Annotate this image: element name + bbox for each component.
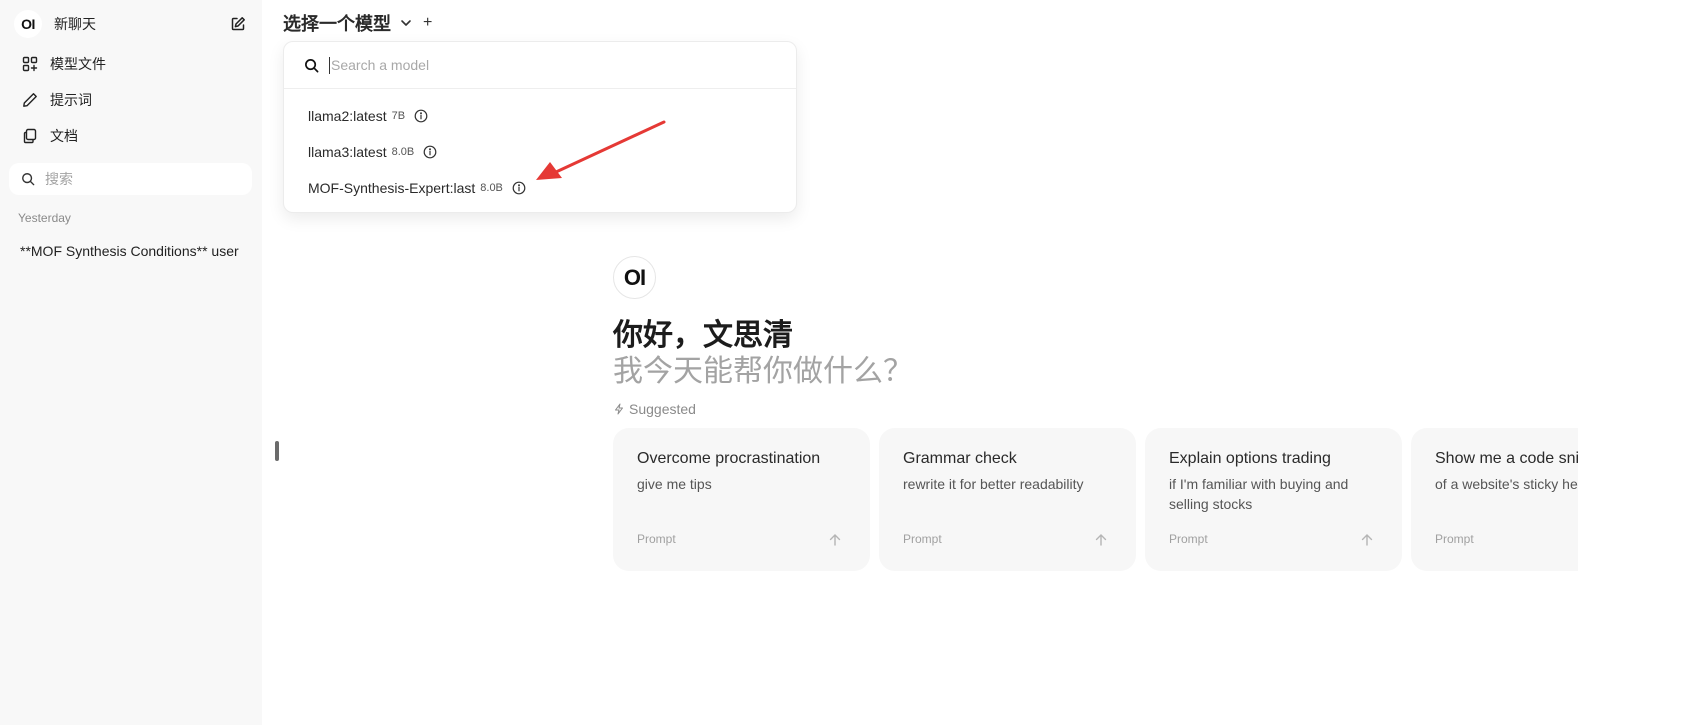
model-size: 7B: [391, 110, 406, 122]
suggestion-card[interactable]: Overcome procrastination give me tips Pr…: [613, 428, 870, 571]
model-search-bar: [284, 42, 796, 89]
pencil-icon: [23, 93, 37, 107]
suggestion-tag: Prompt: [1435, 532, 1474, 546]
suggestion-subtitle: of a website's sticky header: [1435, 476, 1578, 492]
sidebar-item-documents[interactable]: 文档: [22, 125, 78, 147]
info-icon[interactable]: [414, 109, 428, 123]
suggestion-subtitle: give me tips: [637, 476, 712, 492]
suggestion-card[interactable]: Grammar check rewrite it for better read…: [879, 428, 1136, 571]
app-logo[interactable]: OI: [14, 10, 42, 38]
model-name: llama3:latest: [308, 144, 387, 160]
search-icon: [305, 58, 319, 72]
model-name: MOF-Synthesis-Expert:last: [308, 180, 476, 196]
model-selector[interactable]: 选择一个模型 +: [283, 10, 432, 36]
model-option-llama3[interactable]: llama3:latest 8.0B: [308, 142, 437, 162]
suggestion-card[interactable]: Show me a code snippet of a website's st…: [1411, 428, 1578, 571]
info-icon[interactable]: [423, 145, 437, 159]
documents-icon: [23, 128, 37, 144]
grid-plus-icon: [22, 56, 38, 72]
suggestion-card[interactable]: Explain options trading if I'm familiar …: [1145, 428, 1402, 571]
sidebar-item-prompts[interactable]: 提示词: [22, 89, 92, 111]
suggestion-subtitle: if I'm familiar with buying and selling …: [1169, 476, 1349, 512]
new-chat-edit-icon[interactable]: [230, 16, 246, 32]
sidebar-collapse-handle[interactable]: [275, 441, 279, 461]
model-size: 8.0B: [480, 182, 503, 194]
suggested-text: Suggested: [629, 401, 696, 417]
greeting-subtitle: 我今天能帮你做什么？: [613, 355, 913, 388]
sidebar-item-modelfiles[interactable]: 模型文件: [22, 53, 106, 75]
suggestions-row: Overcome procrastination give me tips Pr…: [613, 428, 1578, 573]
suggestion-tag: Prompt: [1169, 532, 1208, 546]
suggestion-tag: Prompt: [903, 532, 942, 546]
model-option-mof-synthesis-expert[interactable]: MOF-Synthesis-Expert:last 8.0B: [308, 178, 526, 198]
sidebar-item-label: 提示词: [50, 92, 92, 108]
arrow-up-icon[interactable]: [1360, 533, 1374, 547]
suggestion-title: Explain options trading: [1169, 450, 1331, 467]
suggestion-tag: Prompt: [637, 532, 676, 546]
arrow-up-icon[interactable]: [1094, 533, 1108, 547]
suggestion-subtitle: rewrite it for better readability: [903, 476, 1084, 492]
search-placeholder: 搜索: [45, 171, 73, 187]
chevron-down-icon: [401, 20, 411, 26]
bolt-icon: [615, 403, 623, 415]
model-size: 8.0B: [391, 146, 415, 158]
search-icon: [22, 173, 35, 186]
suggested-label: Suggested: [613, 401, 696, 417]
sidebar-search-input[interactable]: 搜索: [9, 163, 252, 195]
suggestion-title: Grammar check: [903, 450, 1017, 467]
suggestion-title: Show me a code snippet: [1435, 450, 1578, 467]
sidebar-item-label: 模型文件: [50, 56, 106, 72]
assistant-logo: OI: [613, 256, 656, 299]
arrow-up-icon[interactable]: [828, 533, 842, 547]
chat-history-item[interactable]: **MOF Synthesis Conditions** user: [20, 243, 239, 259]
section-label-yesterday: Yesterday: [18, 211, 71, 225]
info-icon[interactable]: [512, 181, 526, 195]
model-name: llama2:latest: [308, 108, 387, 124]
model-selector-label: 选择一个模型: [283, 14, 391, 34]
sidebar-header: OI 新聊天: [14, 10, 246, 38]
text-cursor: [329, 56, 330, 74]
sidebar-item-label: 文档: [50, 128, 78, 144]
model-search-input[interactable]: [331, 57, 771, 73]
model-option-llama2[interactable]: llama2:latest 7B: [308, 106, 428, 126]
suggestion-title: Overcome procrastination: [637, 450, 821, 467]
new-chat-label[interactable]: 新聊天: [54, 14, 96, 34]
add-model-button[interactable]: +: [423, 14, 432, 32]
sidebar: OI 新聊天 模型文件 提示词 文档 搜索 Yesterday **MOF Sy…: [0, 0, 262, 725]
annotation-arrow: [536, 120, 666, 180]
